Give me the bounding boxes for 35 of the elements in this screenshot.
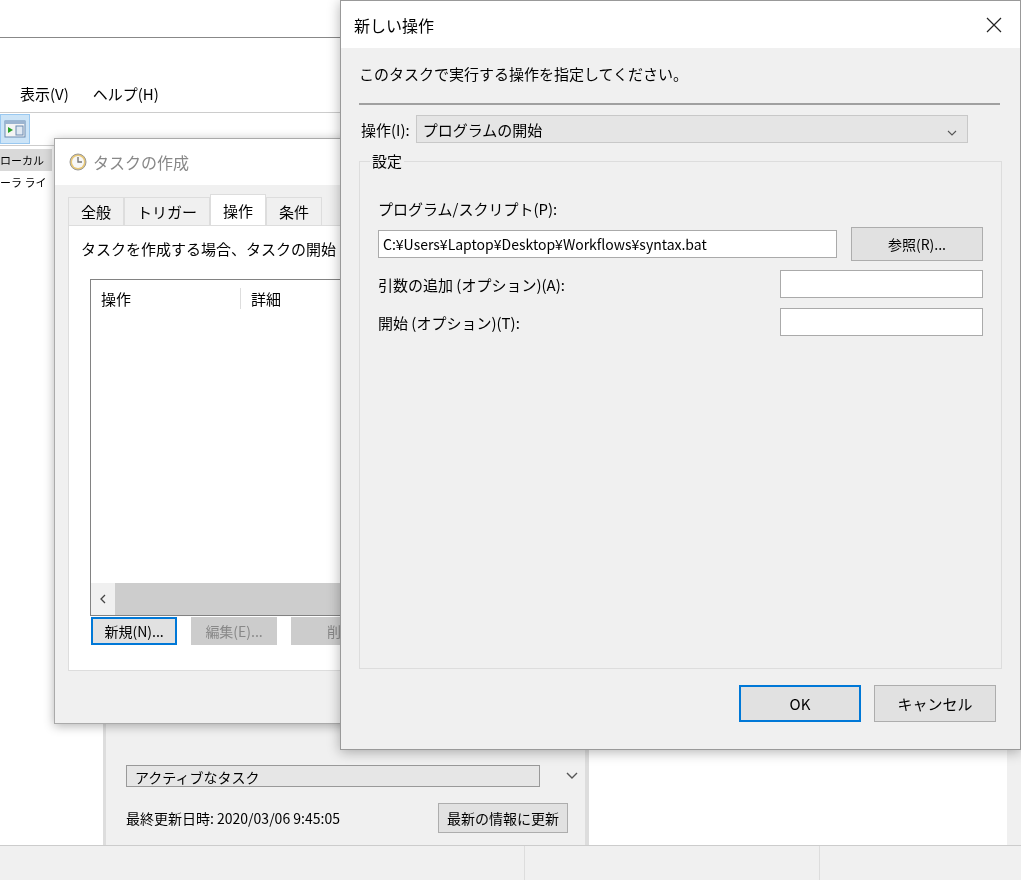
tree-item[interactable]: ーラ ライ	[0, 171, 52, 193]
refresh-button[interactable]: 最新の情報に更新	[438, 803, 568, 833]
input-field[interactable]	[780, 270, 983, 298]
field-label: 引数の追加 (オプション)(A):	[378, 273, 565, 295]
clock-icon	[69, 153, 87, 171]
field-label: 操作(I):	[361, 118, 410, 140]
dialog-button[interactable]: 新規(N)...	[91, 617, 178, 645]
browse-button[interactable]: 参照(R)...	[851, 227, 983, 261]
tab[interactable]: 全般	[68, 197, 124, 225]
column-header[interactable]: 操作	[91, 287, 241, 309]
section-header[interactable]: アクティブなタスク	[126, 765, 540, 787]
window-title: 新しい操作	[354, 12, 434, 37]
close-icon[interactable]	[986, 16, 1002, 33]
dialog-button[interactable]: OK	[739, 685, 861, 722]
field-label: プログラム/スクリプト(P):	[378, 198, 559, 219]
description-text: タスクを作成する場合、タスクの開始	[81, 238, 337, 259]
caret-icon	[946, 129, 957, 136]
action-dropdown[interactable]: プログラムの開始	[415, 115, 968, 143]
toolbar-button[interactable]	[0, 114, 30, 144]
last-updated-text: 最終更新日時: 2020/03/06 9:45:05	[126, 808, 340, 828]
tab[interactable]: 条件	[266, 197, 323, 225]
field-label: 開始 (オプション)(T):	[378, 311, 520, 333]
chevron-down-icon[interactable]	[566, 772, 578, 780]
group-label: 設定	[370, 152, 404, 170]
window-title: タスクの作成	[93, 150, 189, 174]
tab[interactable]: 操作	[210, 194, 267, 225]
menu-item[interactable]: 表示(V)	[20, 84, 69, 104]
input-field[interactable]	[780, 308, 983, 336]
tree-item[interactable]: ローカル	[0, 149, 52, 171]
menu-item[interactable]: ヘルプ(H)	[92, 84, 159, 104]
window-icon	[4, 119, 26, 139]
dialog-button[interactable]: キャンセル	[874, 685, 996, 722]
instruction-text: このタスクで実行する操作を指定してください。	[359, 64, 690, 84]
program-field[interactable]: C:¥Users¥Laptop¥Desktop¥Workflows¥syntax.bat	[378, 230, 837, 258]
tab[interactable]: トリガー	[124, 197, 211, 225]
